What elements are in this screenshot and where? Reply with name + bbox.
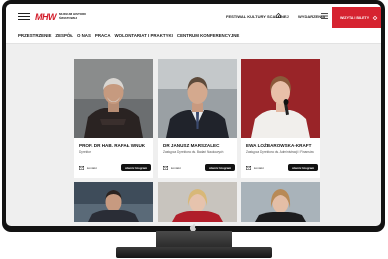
staff-info: DR JANUSZ MARSZALEC Zastępca Dyrektora d…: [158, 138, 237, 178]
list-icon: [321, 13, 328, 19]
visit-tickets-label: WIZYTA I BILETY: [340, 15, 370, 20]
contact-link[interactable]: kontakt: [79, 166, 97, 170]
staff-photo: [241, 182, 320, 222]
staff-name: EWA LOŻBAROWSKA-KRAFT: [246, 143, 312, 148]
contact-link[interactable]: kontakt: [246, 166, 264, 170]
mail-icon: [79, 166, 84, 170]
mail-icon: [163, 166, 168, 170]
contact-label: kontakt: [171, 166, 181, 170]
screen: MHW MUZEUM HISTORII ŚWIATOWEJ FESTIWAL K…: [6, 4, 381, 226]
staff-photo: [158, 182, 237, 222]
monitor-stand-neck: [156, 231, 232, 248]
staff-card[interactable]: PROF. DR HAB. RAFAŁ WNUK Dyrektor kontak…: [74, 59, 153, 178]
contact-label: kontakt: [254, 166, 264, 170]
open-bio-button[interactable]: otwórz biogram: [288, 164, 318, 171]
nav-item-wolontariat[interactable]: WOLONTARIAT I PRAKTYKI: [115, 33, 173, 38]
staff-photo: [158, 59, 237, 138]
staff-name: PROF. DR HAB. RAFAŁ WNUK: [79, 143, 146, 148]
top-bar: MHW MUZEUM HISTORII ŚWIATOWEJ FESTIWAL K…: [6, 4, 381, 28]
open-bio-button[interactable]: otwórz biogram: [205, 164, 235, 171]
nav-item-praca[interactable]: PRACA: [95, 33, 111, 38]
open-bio-button[interactable]: otwórz biogram: [121, 164, 151, 171]
nav-item-o-nas[interactable]: O NAS: [77, 33, 91, 38]
staff-photo: [74, 182, 153, 222]
ticket-icon: [372, 15, 378, 20]
staff-card-partial[interactable]: [158, 182, 237, 222]
festival-icon: [276, 12, 281, 18]
staff-info: EWA LOŻBAROWSKA-KRAFT Zastępca Dyrektora…: [241, 138, 320, 178]
contact-link[interactable]: kontakt: [163, 166, 181, 170]
staff-role: Dyrektor: [79, 150, 92, 154]
logo-mark: MHW: [35, 11, 57, 22]
nav-item-centrum[interactable]: CENTRUM KONFERENCYJNE: [177, 33, 239, 38]
staff-role: Zastępca Dyrektora ds. Badań Naukowych: [163, 150, 224, 154]
mail-icon: [246, 166, 251, 170]
staff-card-partial[interactable]: [241, 182, 320, 222]
staff-card-partial[interactable]: [74, 182, 153, 222]
visit-tickets-button[interactable]: WIZYTA I BILETY: [332, 7, 381, 28]
nav-item-przestrzenie[interactable]: PRZESTRZENIE: [18, 33, 51, 38]
main-nav: PRZESTRZENIE ZESPÓŁ O NAS PRACA WOLONTAR…: [6, 28, 381, 44]
menu-icon[interactable]: [18, 13, 30, 21]
staff-photo: [74, 59, 153, 138]
staff-name: DR JANUSZ MARSZALEC: [163, 143, 220, 148]
nav-item-zespol[interactable]: ZESPÓŁ: [55, 33, 73, 38]
logo-line-2: ŚWIATOWEJ: [59, 15, 78, 20]
staff-role: Zastępca Dyrektora ds. Administracji i F…: [246, 150, 314, 154]
contact-label: kontakt: [87, 166, 97, 170]
monitor-frame: MHW MUZEUM HISTORII ŚWIATOWEJ FESTIWAL K…: [2, 0, 385, 232]
staff-info: PROF. DR HAB. RAFAŁ WNUK Dyrektor kontak…: [74, 138, 153, 178]
monitor-stand-base: [116, 247, 272, 258]
staff-card[interactable]: EWA LOŻBAROWSKA-KRAFT Zastępca Dyrektora…: [241, 59, 320, 178]
site-logo[interactable]: MHW MUZEUM HISTORII ŚWIATOWEJ: [35, 11, 86, 22]
logo-text: MUZEUM HISTORII ŚWIATOWEJ: [59, 12, 86, 20]
staff-card[interactable]: DR JANUSZ MARSZALEC Zastępca Dyrektora d…: [158, 59, 237, 178]
staff-photo: [241, 59, 320, 138]
